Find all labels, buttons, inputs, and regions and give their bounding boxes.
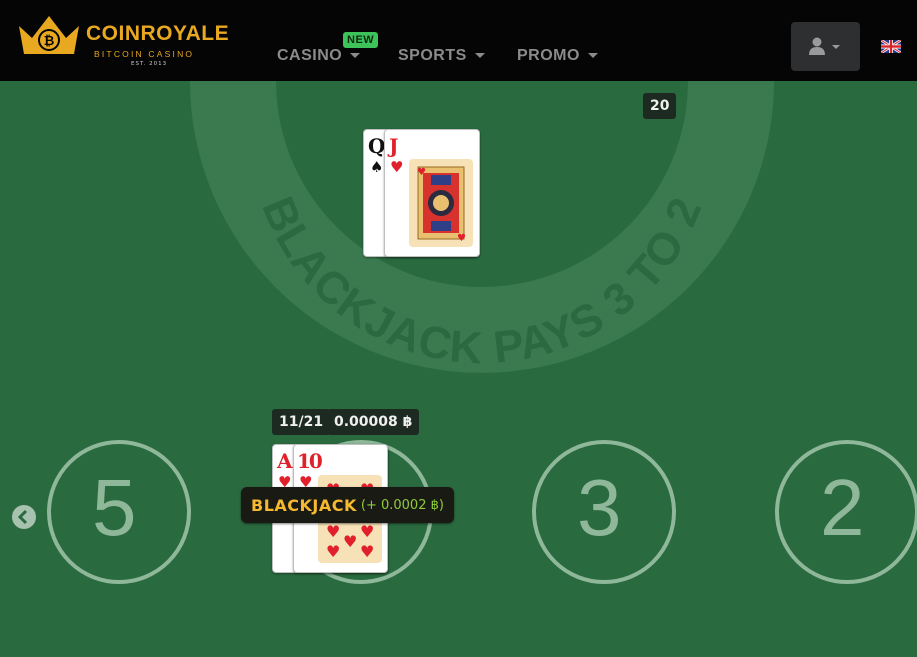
- heart-icon: ♥: [390, 158, 404, 176]
- svg-text:♥: ♥: [457, 233, 466, 244]
- result-win-amount: (+ 0.0002 ฿): [360, 497, 444, 513]
- previous-seat-button[interactable]: [12, 505, 36, 529]
- player-bet-badge: 0.00008 ฿: [327, 409, 420, 435]
- svg-text:₿: ₿: [44, 34, 55, 49]
- blackjack-table: BLACKJACK PAYS 3 TO 2 5 3 2 20 Q ♠ J ♥ ♥…: [0, 81, 917, 657]
- seat-number: 3: [577, 463, 622, 552]
- card-rank: J: [389, 134, 399, 158]
- jack-face-artwork: ♥ ♥: [409, 159, 473, 247]
- card-rank: Q: [368, 134, 386, 158]
- logo-established: EST. 2013: [131, 61, 168, 67]
- nav-promo-label: PROMO: [517, 47, 580, 64]
- logo-subtitle: BITCOIN CASINO: [94, 49, 195, 59]
- card-rank: 10: [297, 449, 323, 473]
- svg-text:♥: ♥: [360, 542, 374, 561]
- logo-title: COINROYALE: [86, 22, 230, 45]
- site-header: ₿ COINROYALE BITCOIN CASINO EST. 2013 CA…: [0, 0, 917, 81]
- player-score-badge: 11/21: [272, 409, 331, 435]
- crown-bitcoin-icon: ₿: [19, 16, 79, 54]
- user-icon: [809, 37, 825, 55]
- nav-casino[interactable]: CASINO: [277, 47, 361, 65]
- nav-sports[interactable]: SPORTS: [398, 47, 485, 65]
- seat-number: 2: [820, 463, 865, 552]
- svg-text:♥: ♥: [360, 522, 374, 541]
- card-rank: A: [277, 449, 293, 473]
- chevron-down-icon: [832, 45, 840, 49]
- new-badge: NEW: [343, 32, 379, 48]
- dealer-score-badge: 20: [643, 93, 677, 119]
- chevron-left-icon: [17, 509, 28, 525]
- uk-flag-icon[interactable]: [881, 40, 901, 53]
- svg-text:♥: ♥: [326, 542, 340, 561]
- svg-text:♥: ♥: [417, 167, 426, 178]
- result-label: BLACKJACK: [251, 495, 357, 515]
- chevron-down-icon: [587, 53, 598, 59]
- user-menu-button[interactable]: [791, 22, 860, 71]
- chevron-down-icon: [350, 53, 361, 59]
- spade-icon: ♠: [370, 158, 384, 176]
- blackjack-result-banner: BLACKJACK (+ 0.0002 ฿): [241, 487, 454, 523]
- nav-sports-label: SPORTS: [398, 47, 467, 64]
- coinroyale-logo[interactable]: ₿ COINROYALE BITCOIN CASINO EST. 2013: [16, 12, 230, 67]
- dealer-card-jack-hearts: J ♥ ♥ ♥: [384, 129, 480, 257]
- nav-promo[interactable]: PROMO: [517, 47, 598, 65]
- svg-text:♥: ♥: [343, 532, 357, 551]
- svg-text:♥: ♥: [326, 522, 340, 541]
- seat-number: 5: [92, 463, 137, 552]
- nav-casino-label: CASINO: [277, 47, 343, 64]
- chevron-down-icon: [474, 53, 485, 59]
